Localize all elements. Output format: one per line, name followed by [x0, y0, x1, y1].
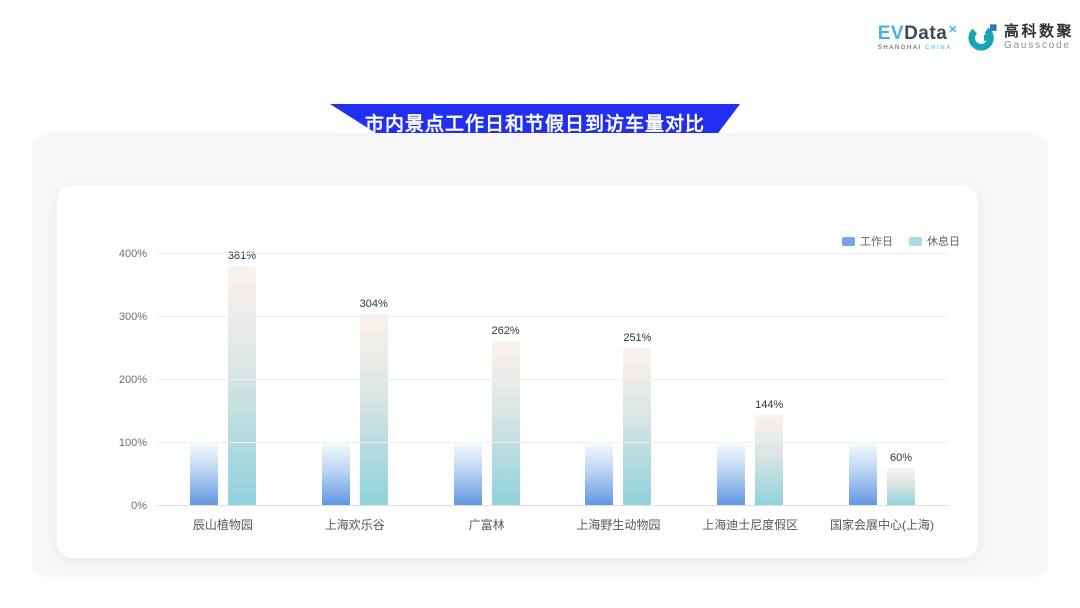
gausscode-cn-name: 高科数聚 — [1004, 23, 1074, 40]
x-axis-category-label: 上海欢乐谷 — [289, 516, 421, 533]
x-axis-category-label: 广富林 — [421, 516, 553, 533]
chart-plot: 381%辰山植物园304%上海欢乐谷262%广富林251%上海野生动物园144%… — [157, 254, 948, 506]
bar-休息日[interactable]: 262% — [492, 341, 520, 506]
gausscode-en-name: Gausscode — [1004, 40, 1074, 52]
bar-休息日[interactable]: 60% — [887, 468, 915, 506]
bar-休息日[interactable]: 304% — [360, 314, 388, 506]
bar-value-label: 251% — [623, 332, 651, 344]
bar-groups: 381%辰山植物园304%上海欢乐谷262%广富林251%上海野生动物园144%… — [157, 254, 948, 506]
bar-value-label: 144% — [755, 399, 783, 411]
x-axis-category-label: 上海迪士尼度假区 — [684, 516, 816, 533]
bar-休息日[interactable]: 381% — [228, 266, 256, 506]
chart-legend: 工作日 休息日 — [842, 233, 960, 249]
evdata-china-text: CHINA — [925, 45, 952, 51]
y-axis-tick: 400% — [119, 248, 147, 260]
y-axis-tick: 200% — [119, 374, 147, 386]
evdata-logo: EVData✕ SHANGHAI CHINA — [878, 21, 958, 51]
page: EVData✕ SHANGHAI CHINA 高科数聚 Gausscode 市内… — [0, 0, 1080, 608]
bar-工作日[interactable] — [322, 443, 350, 506]
gausscode-text: 高科数聚 Gausscode — [1004, 23, 1074, 52]
bar-group: 144%上海迪士尼度假区 — [684, 254, 816, 506]
chart-card: 工作日休息日 381%辰山植物园304%上海欢乐谷262%广富林251%上海野生… — [57, 185, 978, 558]
bar-工作日[interactable] — [190, 443, 218, 506]
evdata-x-icon: ✕ — [948, 24, 958, 36]
evdata-ev-text: EV — [878, 23, 904, 44]
chart-panel: 工作日休息日 381%辰山植物园304%上海欢乐谷262%广富林251%上海野生… — [32, 133, 1048, 577]
bar-group: 262%广富林 — [421, 254, 553, 506]
gridline — [157, 442, 948, 443]
bar-value-label: 60% — [890, 452, 912, 464]
legend-item-工作日[interactable]: 工作日 — [842, 233, 893, 249]
x-axis-category-label: 辰山植物园 — [157, 516, 289, 533]
y-axis-tick: 100% — [119, 437, 147, 449]
gausscode-g-icon — [968, 21, 998, 53]
gridline — [157, 316, 948, 317]
x-axis-line — [157, 505, 948, 506]
page-title: 市内景点工作日和节假日到访车量对比 — [365, 109, 705, 136]
evdata-wordmark: EVData✕ — [878, 24, 958, 43]
evdata-subtitle: SHANGHAI CHINA — [878, 45, 958, 51]
bar-group: 251%上海野生动物园 — [552, 254, 684, 506]
bar-工作日[interactable] — [849, 443, 877, 506]
gridline — [157, 253, 948, 254]
bar-休息日[interactable]: 251% — [623, 348, 651, 506]
y-axis-tick: 300% — [119, 311, 147, 323]
x-axis-category-label: 国家会展中心(上海) — [816, 516, 948, 533]
bar-工作日[interactable] — [585, 443, 613, 506]
legend-label: 休息日 — [927, 233, 960, 249]
bar-group: 381%辰山植物园 — [157, 254, 289, 506]
bar-value-label: 262% — [491, 325, 519, 337]
bar-工作日[interactable] — [717, 443, 745, 506]
legend-swatch-icon — [909, 237, 922, 246]
x-axis-category-label: 上海野生动物园 — [552, 516, 684, 533]
evdata-data-text: Data — [904, 23, 947, 44]
logo-group: EVData✕ SHANGHAI CHINA 高科数聚 Gausscode — [878, 21, 1074, 53]
gridline — [157, 379, 948, 380]
evdata-shanghai-text: SHANGHAI — [878, 45, 922, 51]
bar-group: 60%国家会展中心(上海) — [816, 254, 948, 506]
bar-工作日[interactable] — [454, 443, 482, 506]
gausscode-logo: 高科数聚 Gausscode — [968, 21, 1074, 53]
legend-item-休息日[interactable]: 休息日 — [909, 233, 960, 249]
bar-value-label: 304% — [360, 298, 388, 310]
bar-group: 304%上海欢乐谷 — [289, 254, 421, 506]
legend-label: 工作日 — [860, 233, 893, 249]
bar-value-label: 381% — [228, 250, 256, 262]
legend-swatch-icon — [842, 237, 855, 246]
y-axis-tick: 0% — [131, 500, 147, 512]
bar-休息日[interactable]: 144% — [755, 415, 783, 506]
